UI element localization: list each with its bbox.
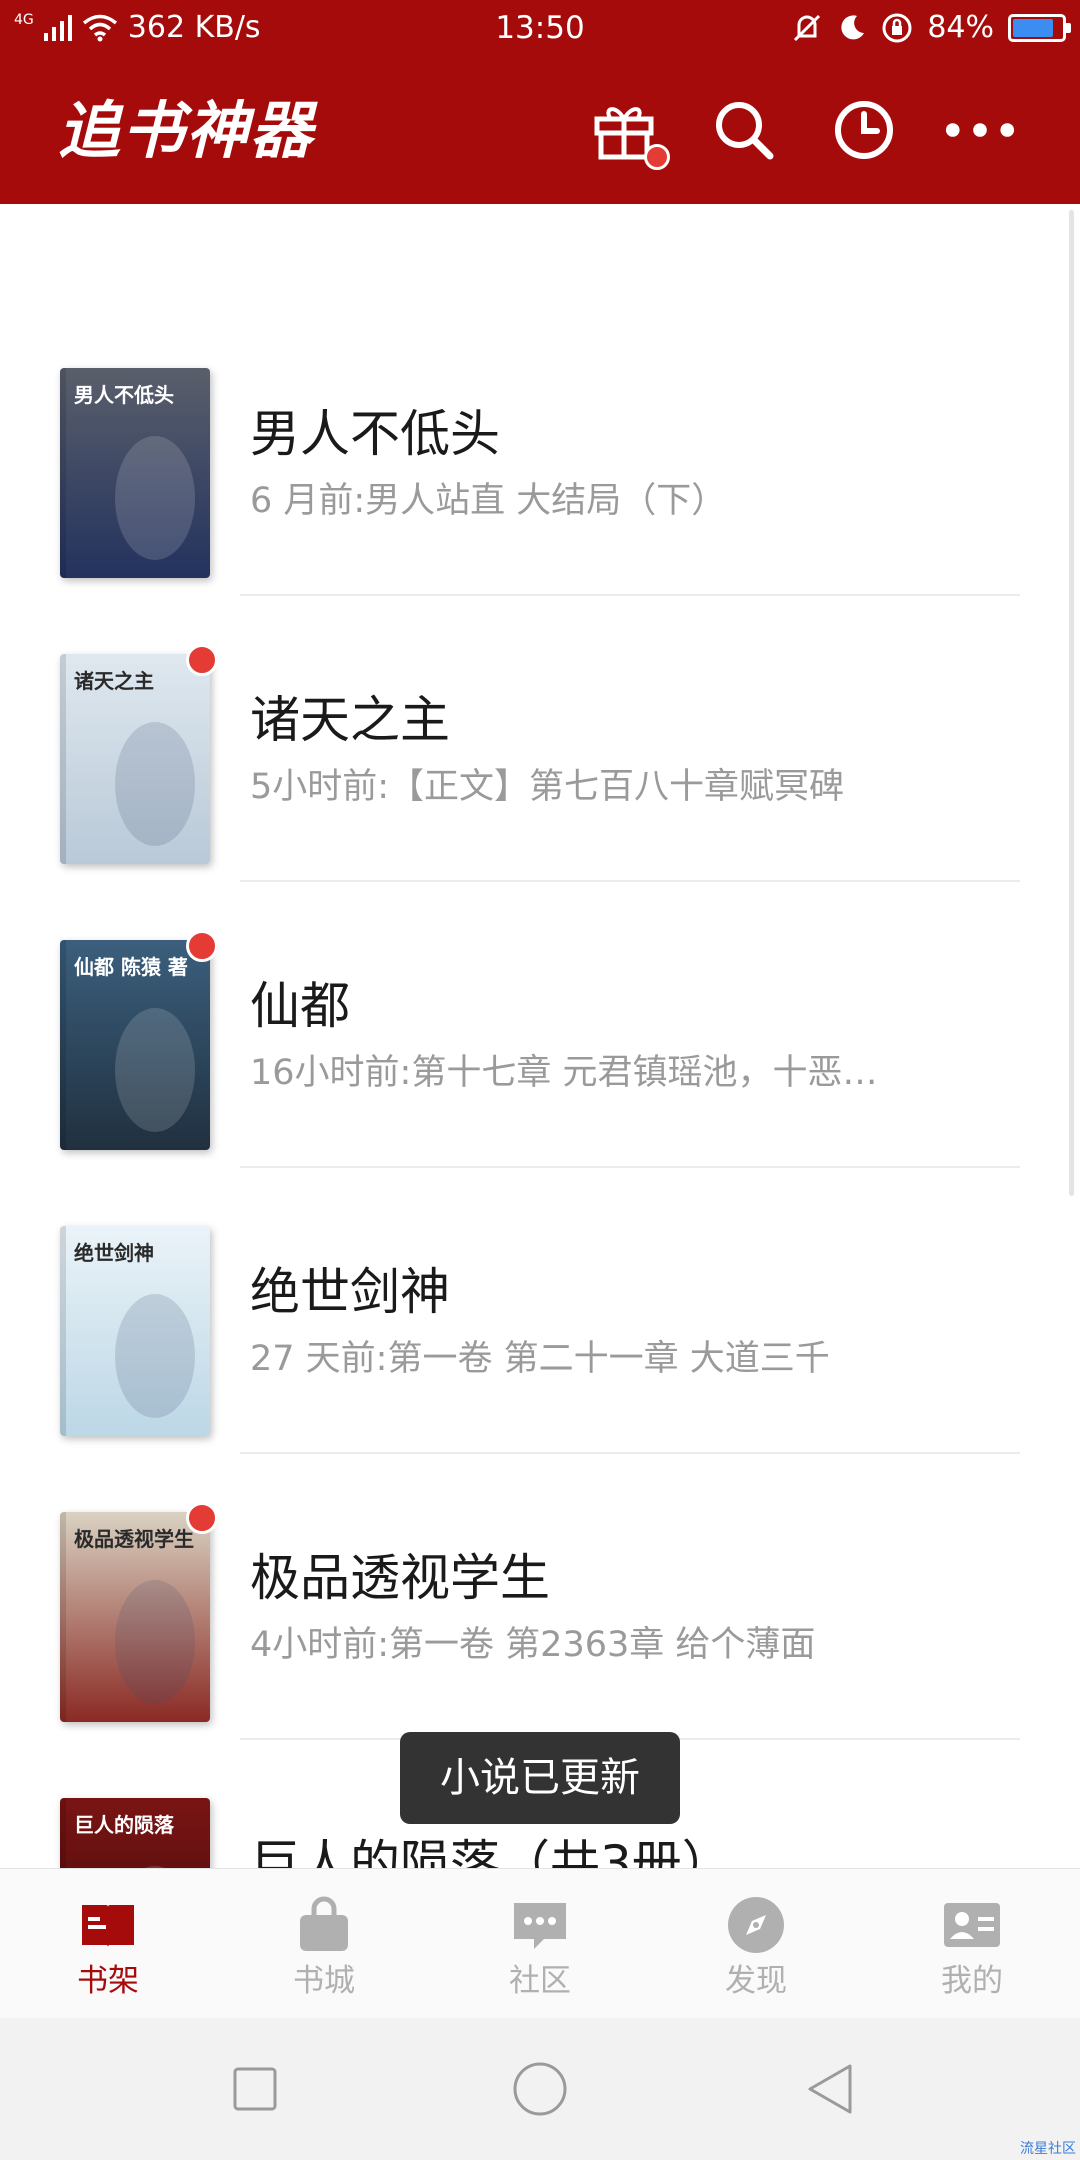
tab-store[interactable]: 书城 [216, 1869, 432, 2019]
bottom-tab-bar: 书架 书城 社区 发现 我的 [0, 1868, 1080, 2018]
book-latest-chapter: 5小时前:【正文】第七百八十章赋冥碑 [250, 767, 845, 807]
battery-percent: 84% [927, 10, 994, 45]
system-navigation-bar: 流星社区 [0, 2018, 1080, 2160]
toast-message: 小说已更新 [400, 1732, 680, 1824]
book-item[interactable]: 绝世剑神 绝世剑神 27 天前:第一卷 第二十一章 大道三千 [0, 1226, 1080, 1512]
mute-vibrate-icon [794, 14, 821, 42]
book-title: 男人不低头 [250, 405, 500, 463]
battery-icon [1008, 14, 1071, 42]
book-title: 诸天之主 [250, 691, 450, 749]
do-not-disturb-moon-icon [841, 15, 865, 40]
status-bar: 4G 362 KB/s 13:50 84% [0, 0, 1080, 56]
book-cover[interactable]: 绝世剑神 [60, 1226, 210, 1436]
book-cover[interactable]: 巨人的陨落 [60, 1798, 210, 1868]
back-icon[interactable] [795, 2054, 865, 2124]
book-latest-chapter: 27 天前:第一卷 第二十一章 大道三千 [250, 1339, 830, 1379]
book-title: 巨人的陨落（共3册） [250, 1835, 732, 1868]
book-title: 绝世剑神 [250, 1263, 450, 1321]
book-title: 仙都 [250, 977, 350, 1035]
update-badge [186, 930, 218, 962]
book-cover-title: 巨人的陨落 [74, 1813, 175, 1837]
tab-label: 社区 [509, 1963, 571, 1999]
divider [240, 880, 1020, 882]
watermark: 流星社区 [1020, 2141, 1076, 2157]
battery-level [1013, 19, 1053, 37]
book-latest-chapter: 16小时前:第十七章 元君镇瑶池，十恶动… [250, 1053, 910, 1093]
app-bar: 追书神器 [0, 56, 1080, 204]
discover-compass-icon [728, 1897, 784, 1953]
update-badge [186, 644, 218, 676]
book-item[interactable]: 男人不低头 男人不低头 6 月前:男人站直 大结局（下） [0, 368, 1080, 654]
book-cover[interactable]: 诸天之主 [60, 654, 210, 864]
book-cover-title: 绝世剑神 [74, 1241, 154, 1265]
book-cover-title: 仙都 陈猿 著 [74, 955, 188, 979]
tab-label: 书城 [293, 1963, 355, 1999]
book-latest-chapter: 6 月前:男人站直 大结局（下） [250, 481, 727, 521]
rotation-lock-icon [882, 13, 912, 43]
store-bag-icon [300, 1896, 348, 1951]
bookshelf-list[interactable]: 男人不低头 男人不低头 6 月前:男人站直 大结局（下） 诸天之主 诸天之主 5小时前:【… [0, 204, 1080, 1868]
book-latest-chapter: 4小时前:第一卷 第2363章 给个薄面 [250, 1625, 816, 1665]
bookshelf-icon [82, 1905, 134, 1947]
tab-profile[interactable]: 我的 [864, 1869, 1080, 2019]
tab-community[interactable]: 社区 [432, 1869, 648, 2019]
recent-apps-icon[interactable] [220, 2054, 290, 2124]
book-item[interactable]: 仙都 陈猿 著仙都 16小时前:第十七章 元君镇瑶池，十恶动… [0, 930, 1080, 1226]
book-cover-title: 极品透视学生 [74, 1527, 194, 1551]
tab-label: 我的 [941, 1963, 1003, 1999]
book-cover[interactable]: 仙都 陈猿 著 [60, 940, 210, 1150]
book-cover-title: 男人不低头 [74, 383, 174, 407]
book-item[interactable]: 诸天之主 诸天之主 5小时前:【正文】第七百八十章赋冥碑 [0, 644, 1080, 940]
book-cover-title: 诸天之主 [74, 669, 154, 693]
gift-notification-dot [644, 144, 670, 170]
tab-label: 发现 [725, 1963, 787, 1999]
home-icon[interactable] [505, 2054, 575, 2124]
community-chat-icon [514, 1903, 566, 1949]
tab-label: 书架 [77, 1963, 139, 1999]
profile-card-icon [944, 1903, 1000, 1947]
book-cover[interactable]: 极品透视学生 [60, 1512, 210, 1722]
book-title: 极品透视学生 [250, 1549, 550, 1607]
divider [240, 1452, 1020, 1454]
update-badge [186, 1502, 218, 1534]
divider [240, 594, 1020, 596]
divider [240, 1166, 1020, 1168]
book-cover[interactable]: 男人不低头 [60, 368, 210, 578]
more-icon[interactable] [944, 94, 1016, 166]
search-icon[interactable] [708, 94, 780, 166]
top-bar: 4G 362 KB/s 13:50 84% 追书神器 [0, 0, 1080, 204]
tab-bookshelf[interactable]: 书架 [0, 1869, 216, 2019]
history-icon[interactable] [828, 94, 900, 166]
tab-discover[interactable]: 发现 [648, 1869, 864, 2019]
app-title: 追书神器 [58, 94, 315, 167]
